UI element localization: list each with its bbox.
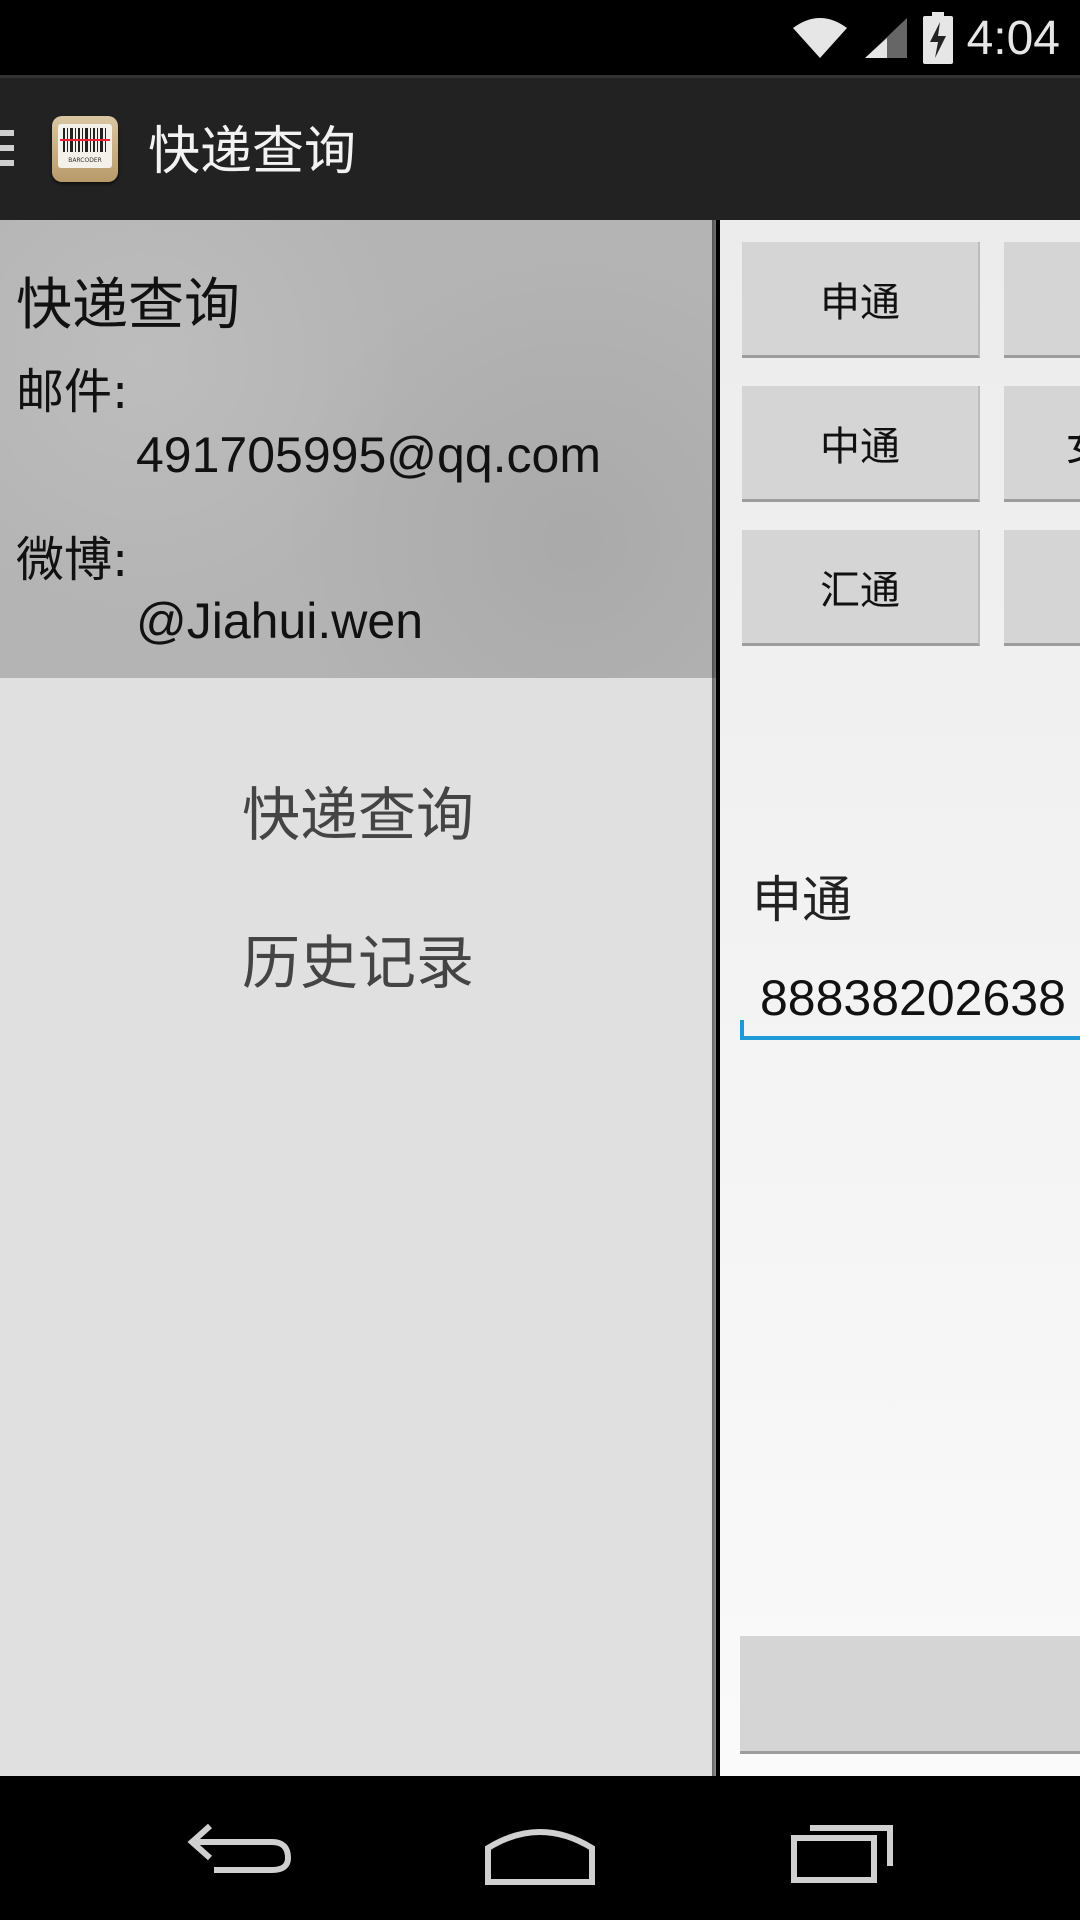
carrier-button-huitong[interactable]: 汇通 — [742, 530, 980, 646]
tracking-number-input[interactable] — [740, 960, 1080, 1040]
weibo-value: @Jiahui.wen — [136, 593, 424, 649]
query-button[interactable] — [740, 1636, 1080, 1754]
drawer-title: 快递查询 — [16, 273, 240, 338]
navigation-drawer: 快递查询 邮件: 491705995@qq.com 微博: @Jiahui.we… — [0, 220, 716, 1776]
carrier-button-zhongtong[interactable]: 中通 — [742, 386, 980, 502]
action-bar: BARCODER 快递查询 — [0, 75, 1080, 220]
back-icon[interactable] — [180, 1808, 300, 1888]
status-time: 4:04 — [966, 11, 1060, 65]
drawer-item-history[interactable]: 历史记录 — [0, 916, 716, 1000]
carrier-button-partial[interactable] — [1004, 242, 1080, 358]
barcode-app-icon[interactable]: BARCODER — [52, 116, 118, 182]
mail-label: 邮件: — [16, 364, 129, 420]
input-underline-edge — [740, 1020, 744, 1040]
main-content: 申通 中通 女 汇通 申通 — [720, 220, 1080, 1776]
carrier-button-partial[interactable] — [1004, 530, 1080, 646]
carrier-button-partial[interactable]: 女 — [1004, 386, 1080, 502]
drawer-header: 快递查询 邮件: 491705995@qq.com 微博: @Jiahui.we… — [0, 220, 716, 678]
screen: 4:04 BARCODER 快递查询 快递查询 邮件: 491705995@qq… — [0, 0, 1080, 1920]
recents-icon[interactable] — [780, 1808, 900, 1888]
mail-value: 491705995@qq.com — [136, 427, 601, 483]
nav-bar — [0, 1776, 1080, 1920]
carrier-button-shentong[interactable]: 申通 — [742, 242, 980, 358]
battery-charging-icon — [922, 12, 953, 64]
weibo-label: 微博: — [16, 532, 129, 588]
signal-icon — [864, 18, 907, 58]
selected-carrier-label: 申通 — [752, 871, 852, 929]
action-bar-title: 快递查询 — [148, 122, 357, 182]
drawer-item-express-query[interactable]: 快递查询 — [0, 768, 716, 852]
app-icon-label: BARCODER — [68, 157, 102, 164]
drawer-toggle-icon[interactable] — [0, 130, 14, 170]
status-bar: 4:04 — [0, 0, 1080, 75]
status-icons: 4:04 — [791, 8, 1060, 68]
home-icon[interactable] — [480, 1808, 600, 1888]
wifi-icon — [792, 18, 847, 58]
